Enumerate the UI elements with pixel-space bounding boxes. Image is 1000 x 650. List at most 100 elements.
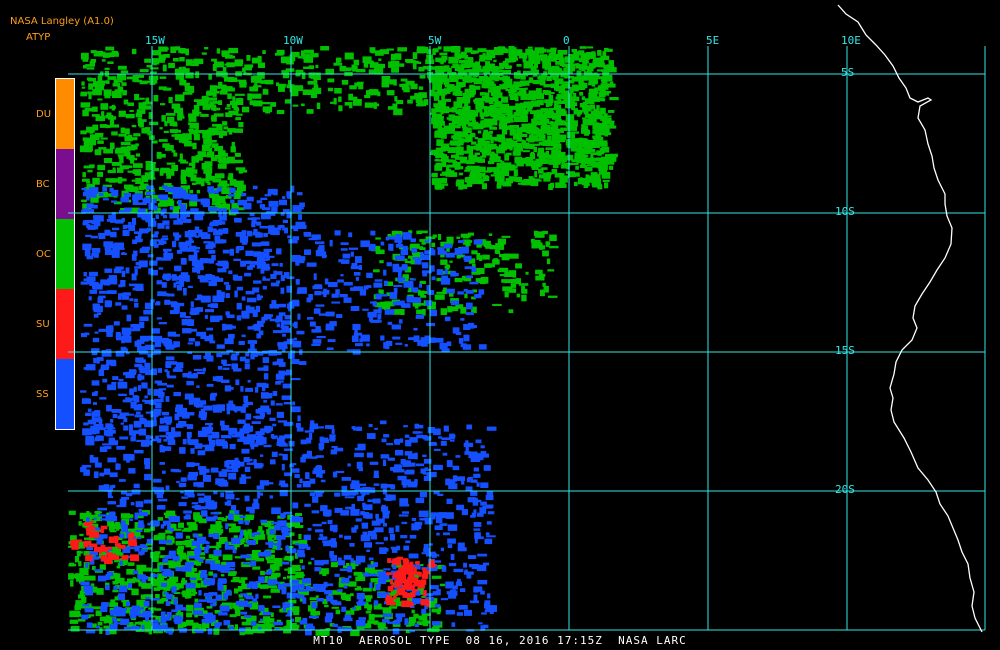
aerosol-pixel (97, 621, 103, 626)
aerosol-pixel (334, 507, 343, 513)
aerosol-pixel (308, 450, 312, 457)
aerosol-pixel (207, 140, 212, 147)
aerosol-pixel (87, 408, 92, 412)
aerosol-pixel (167, 560, 175, 566)
aerosol-pixel (204, 336, 214, 342)
aerosol-pixel (149, 260, 158, 266)
aerosol-pixel (486, 263, 495, 268)
aerosol-pixel (356, 592, 365, 600)
aerosol-pixel (114, 573, 121, 579)
aerosol-pixel (181, 496, 188, 499)
aerosol-pixel (442, 532, 450, 536)
aerosol-pixel (80, 390, 84, 393)
aerosol-pixel (444, 265, 449, 269)
aerosol-pixel (115, 302, 122, 306)
aerosol-pixel (276, 227, 282, 231)
aerosol-pixel (552, 143, 562, 150)
aerosol-pixel (489, 130, 493, 134)
aerosol-pixel (535, 160, 542, 168)
aerosol-pixel (527, 46, 533, 49)
aerosol-pixel (251, 76, 256, 83)
aerosol-pixel (264, 425, 272, 433)
aerosol-pixel (226, 407, 230, 415)
aerosol-pixel (422, 454, 427, 457)
aerosol-pixel (375, 584, 381, 591)
aerosol-pixel (356, 69, 360, 72)
aerosol-pixel (276, 248, 282, 255)
aerosol-pixel (329, 321, 337, 327)
aerosol-pixel (175, 281, 184, 285)
aerosol-pixel (173, 57, 179, 62)
aerosol-pixel (480, 140, 485, 146)
aerosol-pixel (234, 93, 245, 96)
aerosol-pixel (157, 194, 161, 199)
aerosol-pixel (416, 309, 423, 315)
aerosol-pixel (284, 227, 288, 234)
aerosol-pixel (222, 323, 226, 331)
aerosol-pixel (482, 254, 490, 260)
aerosol-pixel (309, 321, 316, 327)
aerosol-pixel (81, 81, 85, 86)
aerosol-pixel (257, 491, 261, 499)
aerosol-pixel (204, 47, 209, 50)
aerosol-pixel (212, 64, 217, 71)
aerosol-pixel (282, 209, 290, 213)
aerosol-pixel (534, 47, 544, 54)
aerosol-pixel (169, 121, 178, 126)
aerosol-pixel (541, 124, 547, 132)
aerosol-pixel (269, 417, 276, 422)
aerosol-pixel (210, 467, 219, 473)
aerosol-pixel (99, 564, 106, 570)
aerosol-pixel (425, 300, 432, 306)
aerosol-pixel (293, 610, 300, 616)
aerosol-pixel (85, 364, 96, 371)
aerosol-pixel (263, 627, 272, 632)
aerosol-pixel (418, 86, 424, 90)
aerosol-pixel (546, 172, 551, 179)
aerosol-pixel (575, 165, 579, 170)
aerosol-pixel (253, 228, 258, 234)
aerosol-pixel (109, 472, 118, 478)
aerosol-pixel (165, 422, 172, 425)
aerosol-pixel (129, 388, 134, 396)
aerosol-pixel (257, 72, 265, 79)
aerosol-pixel (295, 423, 301, 428)
aerosol-pixel (231, 526, 241, 533)
aerosol-pixel (131, 48, 137, 55)
aerosol-pixel (206, 327, 213, 331)
aerosol-pixel (218, 471, 228, 477)
aerosol-pixel (178, 48, 186, 53)
aerosol-pixel (148, 203, 155, 210)
aerosol-pixel (99, 397, 107, 400)
aerosol-pixel (121, 252, 126, 255)
aerosol-pixel (278, 483, 288, 486)
aerosol-pixel (98, 192, 104, 197)
aerosol-pixel (87, 419, 97, 425)
aerosol-pixel (382, 607, 392, 614)
aerosol-pixel (299, 478, 303, 484)
aerosol-pixel (200, 113, 209, 117)
aerosol-pixel (118, 479, 126, 482)
aerosol-pixel (107, 384, 117, 391)
aerosol-pixel (348, 232, 353, 238)
aerosol-pixel (435, 158, 439, 161)
aerosol-pixel (380, 454, 390, 459)
aerosol-pixel (357, 81, 364, 84)
aerosol-pixel (366, 452, 373, 458)
aerosol-pixel (243, 202, 252, 210)
aerosol-pixel (339, 65, 347, 72)
aerosol-pixel (74, 605, 81, 611)
aerosol-pixel (414, 431, 423, 434)
aerosol-pixel (93, 204, 98, 209)
aerosol-pixel (271, 451, 278, 457)
aerosol-pixel (483, 129, 489, 134)
aerosol-pixel (607, 110, 615, 113)
aerosol-pixel (534, 171, 538, 178)
aerosol-pixel (279, 371, 288, 376)
aerosol-pixel (186, 522, 197, 526)
aerosol-pixel (382, 613, 393, 618)
aerosol-pixel (410, 462, 416, 467)
aerosol-pixel (547, 49, 552, 53)
aerosol-pixel (602, 179, 610, 182)
aerosol-pixel (197, 450, 206, 456)
